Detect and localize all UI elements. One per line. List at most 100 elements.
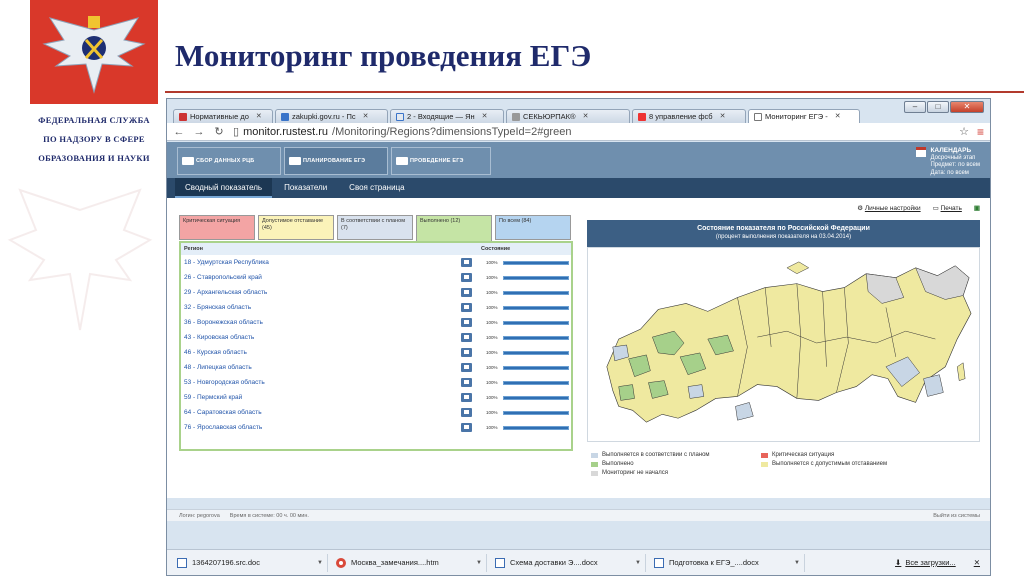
- table-row[interactable]: 76 - Ярославская область 100%: [181, 420, 571, 435]
- region-link[interactable]: 26 - Ставропольский край: [181, 274, 461, 281]
- browser-menu-icon[interactable]: ≡: [977, 125, 984, 139]
- tab-label: СЕКЬЮРПАК®: [523, 112, 576, 121]
- chevron-down-icon[interactable]: ▼: [476, 560, 482, 566]
- table-row[interactable]: 18 - Удмуртская Республика 100%: [181, 255, 571, 270]
- button-conduct[interactable]: ПРОВЕДЕНИЕ ЕГЭ: [391, 147, 491, 175]
- button-planning[interactable]: ПЛАНИРОВАНИЕ ЕГЭ: [284, 147, 388, 175]
- table-row[interactable]: 26 - Ставропольский край 100%: [181, 270, 571, 285]
- progress-percent: 100%: [486, 275, 498, 280]
- excel-export-icon[interactable]: ▣: [974, 204, 980, 212]
- region-info-icon[interactable]: [461, 273, 472, 282]
- region-info-icon[interactable]: [461, 348, 472, 357]
- map-legend: Выполняется в соответствии с планом Крит…: [591, 452, 981, 476]
- tab-normative[interactable]: Нормативные до ✕: [173, 109, 273, 123]
- menu-indicators[interactable]: Показатели: [274, 178, 337, 198]
- url-path: /Monitoring/Regions?dimensionsTypeId=2#g…: [332, 125, 572, 138]
- calendar-subject: Предмет: по всем: [930, 162, 980, 168]
- region-link[interactable]: 59 - Пермский край: [181, 394, 461, 401]
- table-row[interactable]: 46 - Курская область 100%: [181, 345, 571, 360]
- region-link[interactable]: 76 - Ярославская область: [181, 424, 461, 431]
- table-row[interactable]: 29 - Архангельская область 100%: [181, 285, 571, 300]
- region-link[interactable]: 43 - Кировская область: [181, 334, 461, 341]
- region-link[interactable]: 46 - Курская область: [181, 349, 461, 356]
- table-row[interactable]: 59 - Пермский край 100%: [181, 390, 571, 405]
- region-info-icon[interactable]: [461, 363, 472, 372]
- table-row[interactable]: 43 - Кировская область 100%: [181, 330, 571, 345]
- region-info-icon[interactable]: [461, 333, 472, 342]
- browser-navbar: ← → ↻ ▯ monitor.rustest.ru/Monitoring/Re…: [167, 123, 990, 141]
- maximize-button[interactable]: □: [927, 101, 949, 113]
- close-downloads-icon[interactable]: ✕: [974, 558, 980, 567]
- download-item[interactable]: Москва_замечания....htm ▼: [332, 553, 487, 572]
- reload-icon[interactable]: ↻: [213, 125, 225, 138]
- address-bar[interactable]: ▯ monitor.rustest.ru/Monitoring/Regions?…: [233, 125, 951, 139]
- tab-securpak[interactable]: СЕКЬЮРПАК® ✕: [506, 109, 630, 123]
- region-info-icon[interactable]: [461, 378, 472, 387]
- region-info-icon[interactable]: [461, 258, 472, 267]
- filter-critical[interactable]: Критическая ситуация: [179, 215, 255, 240]
- minimize-button[interactable]: –: [904, 101, 926, 113]
- region-link[interactable]: 36 - Воронежская область: [181, 319, 461, 326]
- region-info-icon[interactable]: [461, 393, 472, 402]
- filter-done[interactable]: Выполнено (12): [416, 215, 492, 244]
- chevron-down-icon[interactable]: ▼: [317, 560, 323, 566]
- tab-monitoring[interactable]: Мониторинг ЕГЭ - ✕: [748, 109, 860, 123]
- region-info-icon[interactable]: [461, 423, 472, 432]
- table-row[interactable]: 53 - Новгородская область 100%: [181, 375, 571, 390]
- legend-label: Мониторинг не начался: [602, 470, 668, 476]
- personal-settings-link[interactable]: ⚙ Личные настройки: [857, 204, 920, 212]
- region-link[interactable]: 29 - Архангельская область: [181, 289, 461, 296]
- button-label: СБОР ДАННЫХ РЦБ: [196, 158, 255, 164]
- legend-label: Выполняется в соответствии с планом: [602, 452, 710, 458]
- button-data-collection[interactable]: СБОР ДАННЫХ РЦБ: [177, 147, 281, 175]
- region-link[interactable]: 53 - Новгородская область: [181, 379, 461, 386]
- menu-summary[interactable]: Сводный показатель: [175, 178, 273, 198]
- region-link[interactable]: 32 - Брянская область: [181, 304, 461, 311]
- tab-label: Мониторинг ЕГЭ -: [765, 112, 828, 121]
- bookmark-star-icon[interactable]: ☆: [959, 125, 969, 139]
- print-link[interactable]: ▭ Печать: [933, 204, 962, 212]
- download-item[interactable]: Подготовка к ЕГЭ_....docx ▼: [650, 553, 805, 572]
- progress-bar: [503, 335, 569, 340]
- region-info-icon[interactable]: [461, 303, 472, 312]
- menu-my-page[interactable]: Своя страница: [339, 178, 414, 198]
- download-item[interactable]: 1364207196.src.doc ▼: [173, 553, 328, 572]
- tab-fsb[interactable]: 8 управление фсб ✕: [632, 109, 746, 123]
- chevron-down-icon[interactable]: ▼: [794, 560, 800, 566]
- back-icon[interactable]: ←: [173, 126, 185, 138]
- russia-map[interactable]: [587, 247, 980, 442]
- forward-icon[interactable]: →: [193, 126, 205, 138]
- table-row[interactable]: 36 - Воронежская область 100%: [181, 315, 571, 330]
- table-row[interactable]: 64 - Саратовская область 100%: [181, 405, 571, 420]
- filter-all[interactable]: По всем (84): [495, 215, 571, 240]
- table-row[interactable]: 32 - Брянская область 100%: [181, 300, 571, 315]
- region-link[interactable]: 64 - Саратовская область: [181, 409, 461, 416]
- region-link[interactable]: 18 - Удмуртская Республика: [181, 259, 461, 266]
- region-link[interactable]: 48 - Липецкая область: [181, 364, 461, 371]
- tab-inbox[interactable]: 2 - Входящие — Ян ✕: [390, 109, 504, 123]
- logout-link[interactable]: Выйти из системы: [933, 510, 990, 521]
- tab-close-icon[interactable]: ✕: [583, 110, 589, 123]
- tab-close-icon[interactable]: ✕: [256, 110, 262, 123]
- close-window-button[interactable]: ✕: [950, 101, 984, 113]
- tab-zakupki[interactable]: zakupki.gov.ru - Пс ✕: [275, 109, 388, 123]
- session-time: Время в системе: 00 ч. 00 мин.: [229, 513, 309, 519]
- table-row[interactable]: 48 - Липецкая область 100%: [181, 360, 571, 375]
- calendar-date: Дата: по всем: [930, 169, 969, 176]
- tab-close-icon[interactable]: ✕: [835, 110, 841, 123]
- tab-close-icon[interactable]: ✕: [482, 110, 488, 123]
- calendar-widget[interactable]: КАЛЕНДАРЬ Досрочный этап Предмет: по все…: [916, 147, 980, 177]
- download-item[interactable]: Схема доставки Э....docx ▼: [491, 553, 646, 572]
- progress-percent: 100%: [486, 395, 498, 400]
- url-host: monitor.rustest.ru: [243, 125, 329, 138]
- all-downloads-link[interactable]: ⬇ Все загрузки... ✕: [895, 558, 990, 567]
- region-info-icon[interactable]: [461, 288, 472, 297]
- progress-percent: 100%: [486, 380, 498, 385]
- chevron-down-icon[interactable]: ▼: [635, 560, 641, 566]
- tab-close-icon[interactable]: ✕: [720, 110, 726, 123]
- region-info-icon[interactable]: [461, 318, 472, 327]
- region-info-icon[interactable]: [461, 408, 472, 417]
- tab-close-icon[interactable]: ✕: [363, 110, 369, 123]
- filter-on-plan[interactable]: В соответствии с планом (7): [337, 215, 413, 240]
- filter-allowed-lag[interactable]: Допустимое отставание (45): [258, 215, 334, 240]
